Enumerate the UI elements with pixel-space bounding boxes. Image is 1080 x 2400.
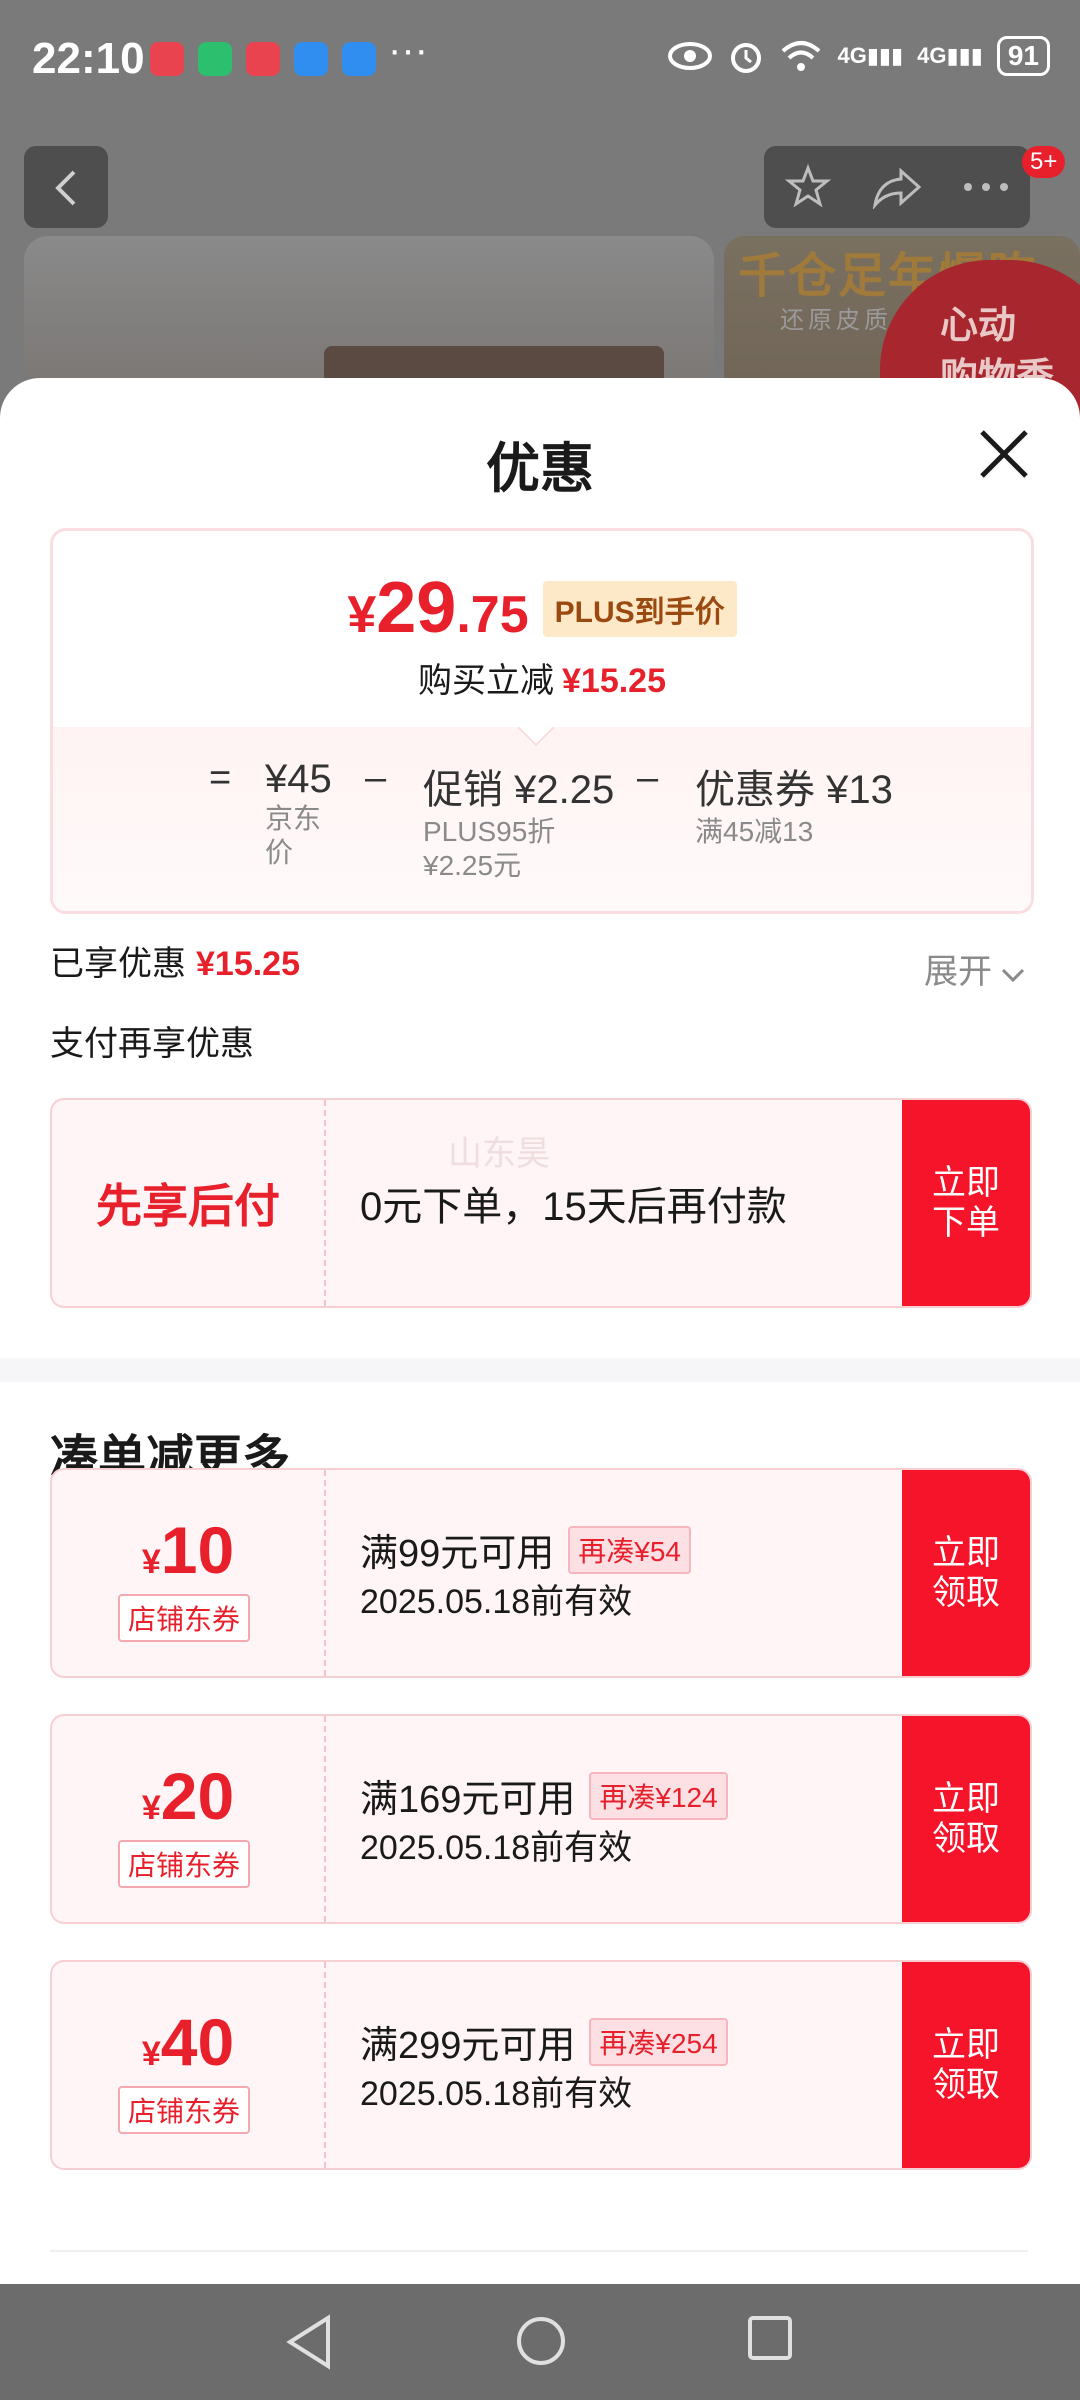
chevron-left-icon — [55, 170, 76, 206]
status-time: 22:10 — [32, 34, 145, 83]
jd-price: ¥45 — [265, 757, 332, 801]
saved-value: ¥15.25 — [196, 945, 300, 983]
instant-reduce-row: 购买立减 ¥15.25 — [53, 653, 1031, 702]
plus-price-tag: PLUS到手价 — [542, 581, 737, 637]
cloud-app-icon — [342, 42, 376, 76]
remaining-amount: 再凑¥124 — [589, 1771, 728, 1820]
minus-sign: – — [365, 757, 387, 799]
claim-button[interactable]: 立即 领取 — [902, 1470, 1030, 1676]
bnpl-card: 先享后付 山东昊 0元下单，15天后再付款 立即 下单 — [50, 1098, 1032, 1308]
coupon-condition: 满99元可用 再凑¥54 — [360, 1522, 691, 1577]
status-indicators: 4G▮▮▮ 4G▮▮▮ 91 — [667, 36, 1050, 76]
back-triangle-icon[interactable] — [284, 2314, 334, 2370]
discount-sheet: 优惠 ¥ 29 .75 PLUS到手价 购买立减 ¥15.25 = ¥45 京东 … — [0, 378, 1080, 2284]
claim-button[interactable]: 立即 领取 — [902, 1716, 1030, 1922]
coupon-value: ¥10 — [141, 1513, 235, 1587]
price-decimal: .75 — [456, 586, 529, 644]
remaining-amount: 再凑¥254 — [589, 2017, 728, 2066]
minus-sign: – — [637, 757, 659, 799]
price-breakdown-card: ¥ 29 .75 PLUS到手价 购买立减 ¥15.25 = ¥45 京东 价 –… — [50, 528, 1034, 914]
jd-price-label-1: 京东 — [265, 803, 322, 834]
remaining-amount: 再凑¥54 — [568, 1525, 691, 1574]
coupon-condition: 满299元可用 再凑¥254 — [360, 2014, 728, 2069]
red-app-icon — [246, 42, 280, 76]
alarm-icon — [731, 43, 762, 73]
coupon-validity: 2025.05.18前有效 — [360, 2075, 633, 2113]
bnpl-title: 先享后付 — [96, 1180, 280, 1232]
coupon-value: ¥20 — [141, 1759, 235, 1833]
battery-icon: 91 — [996, 36, 1050, 76]
order-now-button[interactable]: 立即 下单 — [902, 1100, 1030, 1306]
back-button[interactable] — [24, 146, 108, 228]
close-icon[interactable] — [976, 426, 1032, 482]
more-icon[interactable] — [962, 181, 1010, 193]
pay-discount-label: 支付再享优惠 — [50, 1025, 254, 1063]
watermark: 山东昊 — [448, 1135, 550, 1173]
star-icon[interactable] — [784, 163, 832, 211]
saved-label: 已享优惠 — [50, 945, 186, 983]
reduce-label: 购买立减 — [418, 662, 554, 700]
coupon-validity: 2025.05.18前有效 — [360, 1583, 633, 1621]
more-notifications-icon: ··· — [388, 28, 428, 72]
system-nav-bar — [0, 2284, 1080, 2400]
red-app-icon — [150, 42, 184, 76]
price-currency: ¥ — [347, 586, 377, 644]
notification-badge: 5+ — [1022, 146, 1066, 178]
coupon-value: ¥40 — [141, 2005, 235, 2079]
signal-icon: 4G▮▮▮ — [917, 43, 983, 68]
coupon-type: 店铺东券 — [118, 2086, 251, 2134]
final-price-row: ¥ 29 .75 PLUS到手价 — [53, 567, 1031, 649]
jd-price-label-2: 价 — [265, 837, 294, 868]
coupon-card: ¥20 店铺东券 满169元可用 再凑¥124 2025.05.18前有效 立即 … — [50, 1714, 1032, 1924]
coupon-type: 店铺东券 — [118, 1840, 251, 1888]
status-bar: 22:10 ··· 4G▮▮▮ 4G▮▮▮ 91 — [0, 0, 1080, 118]
coupon-sub: 满45减13 — [695, 816, 814, 847]
home-circle-icon[interactable] — [514, 2314, 568, 2368]
equals-sign: = — [209, 757, 232, 799]
promo-amount: 促销 ¥2.25 — [423, 768, 615, 812]
bnpl-description: 0元下单，15天后再付款 — [360, 1185, 787, 1229]
coupon-card: ¥10 店铺东券 满99元可用 再凑¥54 2025.05.18前有效 立即 领取 — [50, 1468, 1032, 1678]
coupon-amount: 优惠券 ¥13 — [695, 768, 893, 812]
coupon-condition: 满169元可用 再凑¥124 — [360, 1768, 728, 1823]
top-actions-bar — [764, 146, 1030, 228]
coupon-card: ¥40 店铺东券 满299元可用 再凑¥254 2025.05.18前有效 立即 … — [50, 1960, 1032, 2170]
sheet-title: 优惠 — [486, 439, 594, 499]
eye-icon — [668, 42, 713, 70]
promo-sub-2: ¥2.25元 — [423, 850, 522, 881]
cloud-app-icon — [294, 42, 328, 76]
share-icon[interactable] — [871, 165, 923, 209]
price-integer: 29 — [376, 568, 457, 648]
reduce-value: ¥15.25 — [562, 662, 666, 700]
coupon-validity: 2025.05.18前有效 — [360, 1829, 633, 1867]
promo-block: 促销 ¥2.25 PLUS95折 ¥2.25元 — [423, 757, 614, 883]
claim-button[interactable]: 立即 领取 — [902, 1962, 1030, 2168]
notification-icons — [150, 42, 376, 76]
signal-icon: 4G▮▮▮ — [837, 43, 904, 68]
wifi-icon — [782, 41, 821, 71]
expand-button[interactable]: 展开 — [924, 944, 1025, 993]
jd-price-block: ¥45 京东 价 — [265, 757, 332, 870]
promo-banner-subtext: 还原皮质 — [780, 307, 892, 334]
green-app-icon — [198, 42, 232, 76]
coupon-type: 店铺东券 — [118, 1594, 251, 1642]
saved-discount-row: 已享优惠 ¥15.25 — [50, 936, 300, 985]
chevron-down-icon — [1002, 968, 1025, 983]
coupon-block: 优惠券 ¥13 满45减13 — [695, 757, 893, 849]
recents-square-icon[interactable] — [746, 2314, 794, 2362]
promo-sub-1: PLUS95折 — [423, 816, 556, 847]
